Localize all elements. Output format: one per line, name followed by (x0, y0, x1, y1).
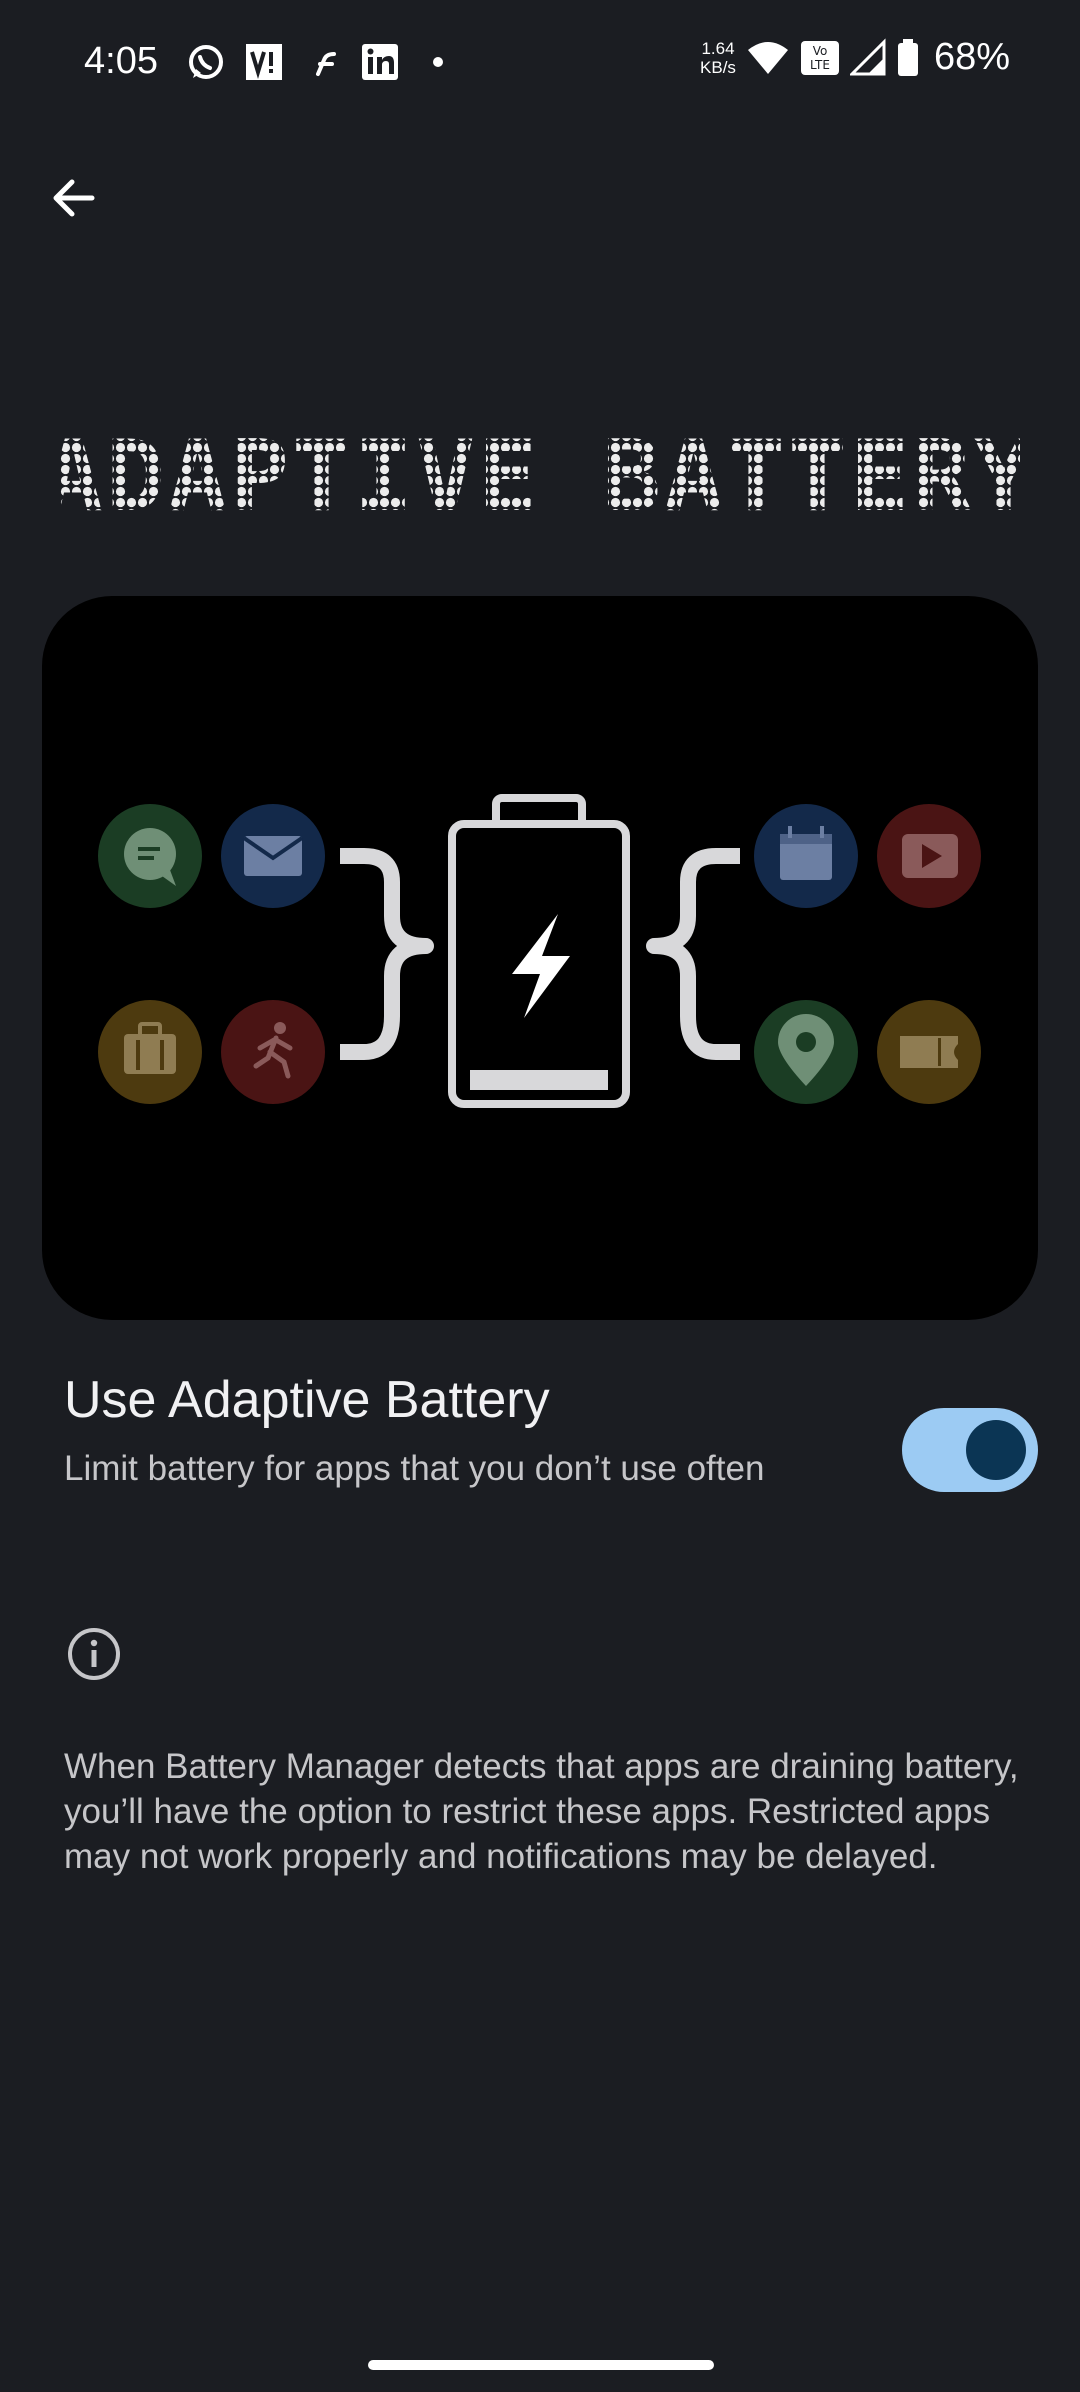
maps-icon (754, 1000, 858, 1104)
briefcase-icon (98, 1000, 202, 1104)
fitness-icon (221, 1000, 325, 1104)
messages-icon (98, 804, 202, 908)
battery-status-icon (897, 38, 918, 76)
right-brace (646, 848, 740, 1060)
setting-title: Use Adaptive Battery (64, 1371, 550, 1429)
wifi-icon (747, 41, 788, 74)
gesture-nav-bar[interactable] (368, 2360, 714, 2370)
volte-icon: Vo LTE (800, 40, 839, 75)
linkedin-icon (362, 44, 398, 80)
volte-bottom-text: LTE (810, 58, 830, 72)
whatsapp-icon (189, 45, 223, 79)
adaptive-battery-illustration (42, 596, 1038, 1320)
ticket-icon (877, 1000, 981, 1104)
network-speed-value: 1.64 (701, 38, 735, 58)
setting-subtitle: Limit battery for apps that you don’t us… (64, 1449, 765, 1488)
battery-percent: 68% (933, 36, 1010, 78)
signal-icon (849, 37, 886, 75)
network-speed-unit: KB/s (700, 57, 736, 77)
charging-battery-icon (448, 794, 630, 1108)
adaptive-battery-toggle[interactable] (902, 1408, 1038, 1492)
info-text: When Battery Manager detects that apps a… (64, 1747, 1019, 1876)
page-title-container: ADAPTIVE BATTERY (0, 420, 1080, 530)
volte-top-text: Vo (813, 44, 828, 58)
calendar-icon (754, 804, 858, 908)
use-adaptive-battery-row[interactable]: Use Adaptive Battery Limit battery for a… (64, 1370, 1044, 1540)
toggle-knob (966, 1420, 1026, 1480)
info-icon (68, 1628, 120, 1680)
mail-icon (221, 804, 325, 908)
left-brace (340, 848, 434, 1060)
status-time: 4:05 (84, 40, 158, 82)
flipkart-icon (316, 52, 336, 76)
vi-icon (246, 44, 282, 80)
network-speed: 1.64 KB/s (700, 39, 736, 77)
video-icon (877, 804, 981, 908)
dot-icon (433, 57, 443, 67)
page-title: ADAPTIVE BATTERY (60, 420, 1020, 530)
status-bar: 4:05 1.64 KB/s Vo LTE 68% (0, 0, 1080, 130)
back-arrow-icon[interactable] (44, 168, 104, 228)
